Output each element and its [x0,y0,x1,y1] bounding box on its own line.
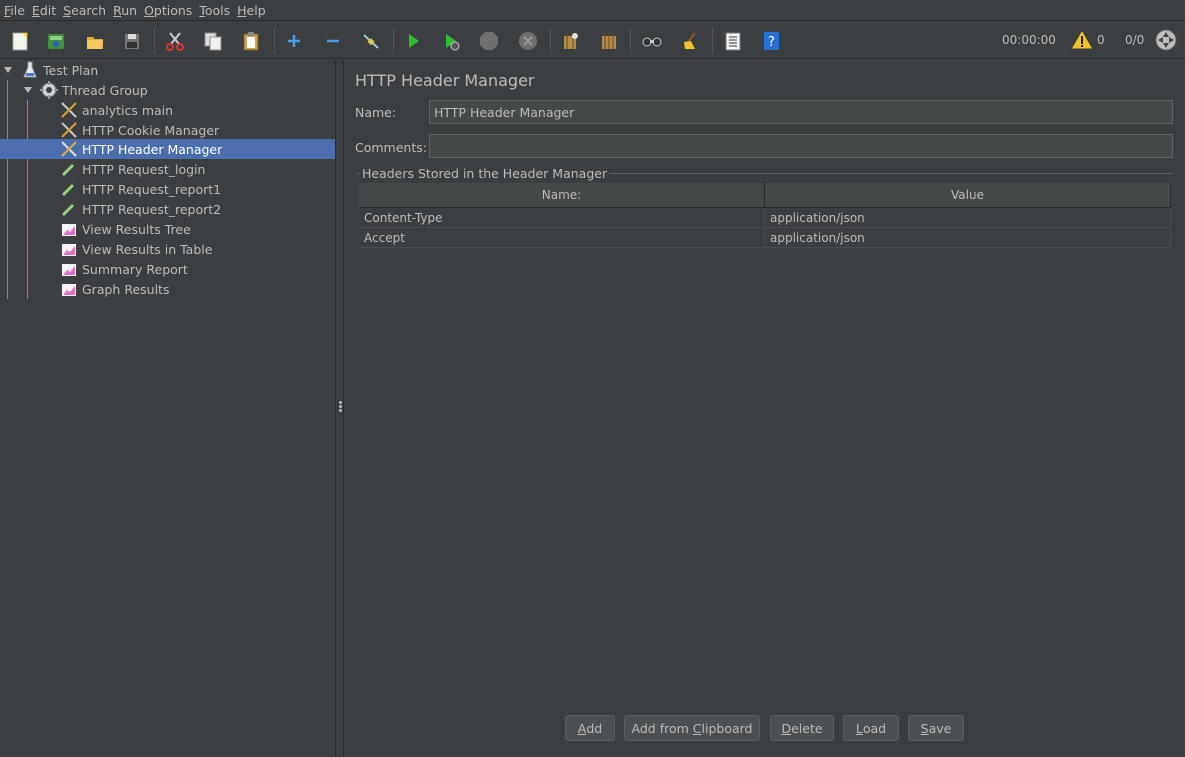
flask-icon [20,60,40,80]
tree-node-test-plan[interactable]: Test Plan [0,60,335,80]
name-label: Name: [355,105,397,120]
delete-button[interactable]: Delete [770,715,834,741]
function-helper-icon[interactable] [720,28,746,54]
comments-field[interactable] [429,134,1173,158]
tree-node-analytics-main[interactable]: analytics main [0,100,335,120]
start-no-pauses-icon[interactable] [438,28,464,54]
wrench-icon [59,139,79,159]
expand-all-icon[interactable] [281,28,307,54]
tree-node-thread-group[interactable]: Thread Group [0,80,335,100]
start-icon[interactable] [400,28,426,54]
comments-label: Comments: [355,140,427,155]
tree-node-http-request-report1[interactable]: HTTP Request_report1 [0,179,335,199]
pipette-icon [59,159,79,179]
clear-icon[interactable] [557,28,583,54]
new-document-icon[interactable] [7,28,33,54]
menu-file[interactable]: File [4,3,25,18]
pipette-icon [59,179,79,199]
name-field[interactable] [429,100,1173,124]
header-manager-panel: HTTP Header Manager Name: Comments: Head… [345,60,1185,757]
clear-all-icon[interactable] [596,28,622,54]
reset-search-icon[interactable] [677,28,703,54]
graph-icon [59,219,79,239]
thread-count: 0/0 [1125,33,1145,47]
headers-table: Name: Value Content-Type application/jso… [359,183,1171,248]
toolbar: ? 00:00:00 0 0/0 [0,22,1185,59]
stop-icon[interactable] [476,28,502,54]
copy-icon[interactable] [200,28,226,54]
tree-node-summary-report[interactable]: Summary Report [0,259,335,279]
tree-node-http-request-report2[interactable]: HTTP Request_report2 [0,199,335,219]
header-name-cell[interactable]: Content-Type [359,208,765,227]
graph-icon [59,239,79,259]
help-icon[interactable]: ? [758,28,784,54]
menu-run[interactable]: Run [113,3,137,18]
expand-toggle-icon[interactable] [3,65,13,75]
graph-icon [59,279,79,299]
load-button[interactable]: Load [843,715,899,741]
table-row[interactable]: Accept application/json [359,228,1171,248]
header-value-cell[interactable]: application/json [765,228,1171,247]
templates-icon[interactable] [43,28,69,54]
graph-icon [59,259,79,279]
tree-node-http-header-manager[interactable]: HTTP Header Manager [0,139,335,159]
gear-icon [39,80,59,100]
menu-help[interactable]: Help [237,3,266,18]
warning-icon[interactable] [1069,27,1095,53]
menu-search[interactable]: Search [63,3,106,18]
paste-icon[interactable] [238,28,264,54]
column-header-name[interactable]: Name: [359,183,765,207]
header-value-cell[interactable]: application/json [765,208,1171,227]
tree-node-view-results-in-table[interactable]: View Results in Table [0,239,335,259]
headers-group: Headers Stored in the Header Manager [357,166,1173,693]
test-plan-tree: Test Plan Thread Group analytics main HT… [0,60,335,757]
search-icon[interactable] [639,28,665,54]
menu-tools[interactable]: Tools [199,3,230,18]
table-header-row: Name: Value [359,183,1171,208]
save-icon[interactable] [119,28,145,54]
panel-splitter[interactable] [335,60,344,757]
headers-group-title: Headers Stored in the Header Manager [360,166,610,181]
remote-status-icon[interactable] [1153,27,1179,53]
shutdown-icon[interactable] [515,28,541,54]
tree-node-http-cookie-manager[interactable]: HTTP Cookie Manager [0,120,335,140]
pipette-icon [59,199,79,219]
collapse-all-icon[interactable] [320,28,346,54]
menu-bar: File Edit Search Run Options Tools Help [0,0,1185,21]
tree-node-graph-results[interactable]: Graph Results [0,279,335,299]
menu-options[interactable]: Options [144,3,192,18]
page-title: HTTP Header Manager [355,71,535,90]
add-from-clipboard-button[interactable]: Add from Clipboard [624,715,760,741]
toggle-icon[interactable] [358,28,384,54]
expand-toggle-icon[interactable] [23,85,33,95]
tree-node-view-results-tree[interactable]: View Results Tree [0,219,335,239]
table-row[interactable]: Content-Type application/json [359,208,1171,228]
column-header-value[interactable]: Value [765,183,1171,207]
menu-edit[interactable]: Edit [32,3,56,18]
header-name-cell[interactable]: Accept [359,228,765,247]
wrench-icon [59,100,79,120]
open-folder-icon[interactable] [82,28,108,54]
svg-text:?: ? [768,35,775,50]
wrench-icon [59,120,79,140]
elapsed-timer: 00:00:00 [1002,33,1056,47]
cut-icon[interactable] [162,28,188,54]
warning-count: 0 [1097,33,1105,47]
add-button[interactable]: Add [565,715,615,741]
save-button[interactable]: Save [908,715,964,741]
tree-node-http-request-login[interactable]: HTTP Request_login [0,159,335,179]
